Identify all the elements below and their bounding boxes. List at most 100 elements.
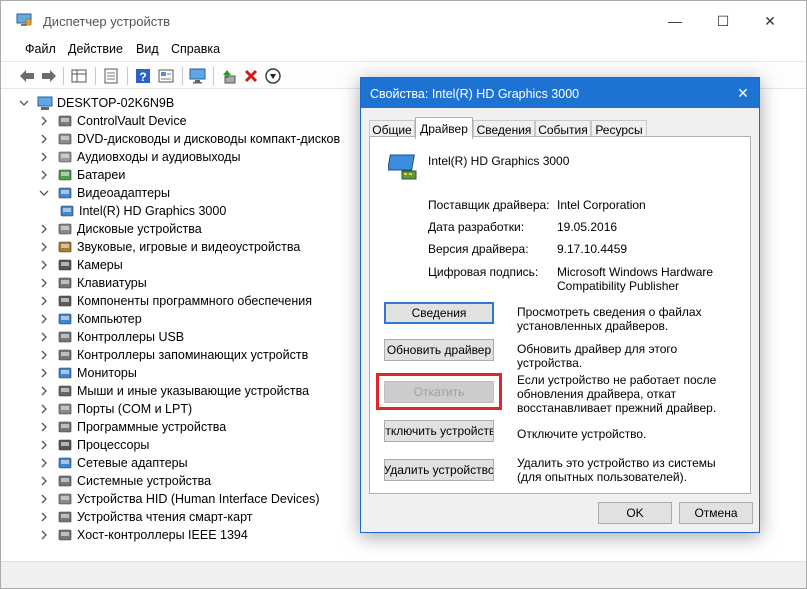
tree-child-item[interactable]: Intel(R) HD Graphics 3000 [59, 202, 226, 220]
chevron-right-icon[interactable] [39, 368, 49, 378]
display-adapter-icon [388, 154, 417, 180]
tree-category[interactable]: Контроллеры USB [39, 328, 184, 346]
chevron-right-icon[interactable] [39, 404, 49, 414]
chevron-right-icon[interactable] [39, 476, 49, 486]
driver-date-value: 19.05.2016 [557, 220, 618, 234]
driver-tab-panel: Intel(R) HD Graphics 3000 Поставщик драй… [369, 136, 751, 494]
digital-signer-label: Цифровая подпись: [428, 265, 539, 279]
forward-button[interactable] [39, 66, 59, 86]
update-driver-button[interactable] [219, 66, 239, 86]
device-category-icon [57, 239, 73, 255]
close-button[interactable]: ✕ [747, 7, 793, 35]
tree-item-label: Порты (COM и LPT) [77, 402, 193, 416]
tree-root-label: DESKTOP-02K6N9B [57, 96, 175, 110]
view-button[interactable] [156, 66, 176, 86]
scan-hardware-button[interactable] [188, 66, 208, 86]
properties-grid-button[interactable] [69, 66, 89, 86]
title-bar[interactable]: Диспетчер устройств — ☐ ✕ [1, 1, 806, 37]
menu-file[interactable]: Файл [25, 42, 56, 56]
tree-category[interactable]: Мыши и иные указывающие устройства [39, 382, 309, 400]
tab-driver[interactable]: Драйвер [415, 117, 473, 139]
chevron-right-icon[interactable] [39, 440, 49, 450]
chevron-right-icon[interactable] [39, 116, 49, 126]
driver-details-button[interactable]: Сведения [384, 302, 494, 324]
properties-sheet-icon [104, 68, 118, 84]
chevron-right-icon[interactable] [39, 494, 49, 504]
tree-category[interactable]: Устройства чтения смарт-карт [39, 508, 253, 526]
device-category-icon [57, 527, 73, 543]
chevron-right-icon[interactable] [39, 314, 49, 324]
device-category-icon [57, 257, 73, 273]
dialog-title-bar[interactable]: Свойства: Intel(R) HD Graphics 3000 ✕ [361, 78, 759, 108]
tab-label: Общие [372, 122, 412, 137]
tree-root[interactable]: DESKTOP-02K6N9B [19, 94, 174, 112]
tree-category[interactable]: Контроллеры запоминающих устройств [39, 346, 308, 364]
tree-category[interactable]: Процессоры [39, 436, 149, 454]
properties-sheet-button[interactable] [101, 66, 121, 86]
chevron-right-icon[interactable] [39, 278, 49, 288]
tree-category[interactable]: Устройства HID (Human Interface Devices) [39, 490, 320, 508]
tree-category[interactable]: Сетевые адаптеры [39, 454, 188, 472]
tree-item-label: Устройства чтения смарт-карт [77, 510, 253, 524]
tree-category[interactable]: Мониторы [39, 364, 137, 382]
chevron-right-icon[interactable] [39, 332, 49, 342]
chevron-right-icon[interactable] [39, 152, 49, 162]
tree-category[interactable]: Дисковые устройства [39, 220, 202, 238]
device-manager-app-icon [16, 13, 32, 26]
menu-view[interactable]: Вид [136, 42, 159, 56]
device-category-icon [57, 509, 73, 525]
cancel-button[interactable]: Отмена [679, 502, 753, 524]
tree-category[interactable]: Хост-контроллеры IEEE 1394 [39, 526, 248, 544]
uninstall-x-icon [244, 69, 258, 83]
disable-device-button[interactable]: Отключить устройство [384, 420, 494, 442]
chevron-right-icon[interactable] [39, 242, 49, 252]
chevron-right-icon[interactable] [39, 458, 49, 468]
chevron-right-icon[interactable] [39, 512, 49, 522]
chevron-right-icon[interactable] [39, 134, 49, 144]
chevron-right-icon[interactable] [39, 422, 49, 432]
maximize-button[interactable]: ☐ [700, 7, 746, 35]
tree-category[interactable]: Звуковые, игровые и видеоустройства [39, 238, 300, 256]
tree-category[interactable]: Клавиатуры [39, 274, 147, 292]
tree-category[interactable]: Компьютер [39, 310, 142, 328]
minimize-icon: — [668, 13, 682, 29]
menu-help[interactable]: Справка [171, 42, 220, 56]
tree-item-label: Устройства HID (Human Interface Devices) [77, 492, 320, 506]
tree-category[interactable]: Видеоадаптеры [39, 184, 170, 202]
tree-category[interactable]: ControlVault Device [39, 112, 187, 130]
tab-label: Ресурсы [595, 122, 643, 137]
monitor-scan-icon [189, 68, 206, 84]
button-label: Отмена [694, 506, 738, 520]
chevron-right-icon[interactable] [39, 530, 49, 540]
chevron-right-icon[interactable] [39, 170, 49, 180]
chevron-down-icon[interactable] [19, 98, 29, 108]
update-driver-icon [223, 70, 236, 84]
dialog-close-button[interactable]: ✕ [731, 83, 755, 103]
chevron-right-icon[interactable] [39, 296, 49, 306]
back-button[interactable] [17, 66, 37, 86]
chevron-right-icon[interactable] [39, 350, 49, 360]
uninstall-device-button[interactable]: Удалить устройство [384, 459, 494, 481]
tree-category[interactable]: Камеры [39, 256, 123, 274]
tree-category[interactable]: Компоненты программного обеспечения [39, 292, 312, 310]
tree-category[interactable]: Батареи [39, 166, 125, 184]
tree-category[interactable]: Порты (COM и LPT) [39, 400, 192, 418]
device-category-icon [57, 401, 73, 417]
device-category-icon [57, 149, 73, 165]
tree-category[interactable]: Системные устройства [39, 472, 211, 490]
menu-action[interactable]: Действие [68, 42, 123, 56]
disable-device-button[interactable] [263, 66, 283, 86]
tree-category[interactable]: Программные устройства [39, 418, 226, 436]
chevron-down-icon[interactable] [39, 188, 49, 198]
chevron-right-icon[interactable] [39, 386, 49, 396]
ok-button[interactable]: OK [598, 502, 672, 524]
update-driver-button[interactable]: Обновить драйвер [384, 339, 494, 361]
rollback-driver-button[interactable]: Откатить [384, 381, 494, 403]
tree-category[interactable]: Аудиовходы и аудиовыходы [39, 148, 240, 166]
minimize-button[interactable]: — [652, 7, 698, 35]
tree-category[interactable]: DVD-дисководы и дисководы компакт-дисков [39, 130, 340, 148]
chevron-right-icon[interactable] [39, 224, 49, 234]
uninstall-button[interactable] [241, 66, 261, 86]
help-button[interactable]: ? [133, 66, 153, 86]
chevron-right-icon[interactable] [39, 260, 49, 270]
